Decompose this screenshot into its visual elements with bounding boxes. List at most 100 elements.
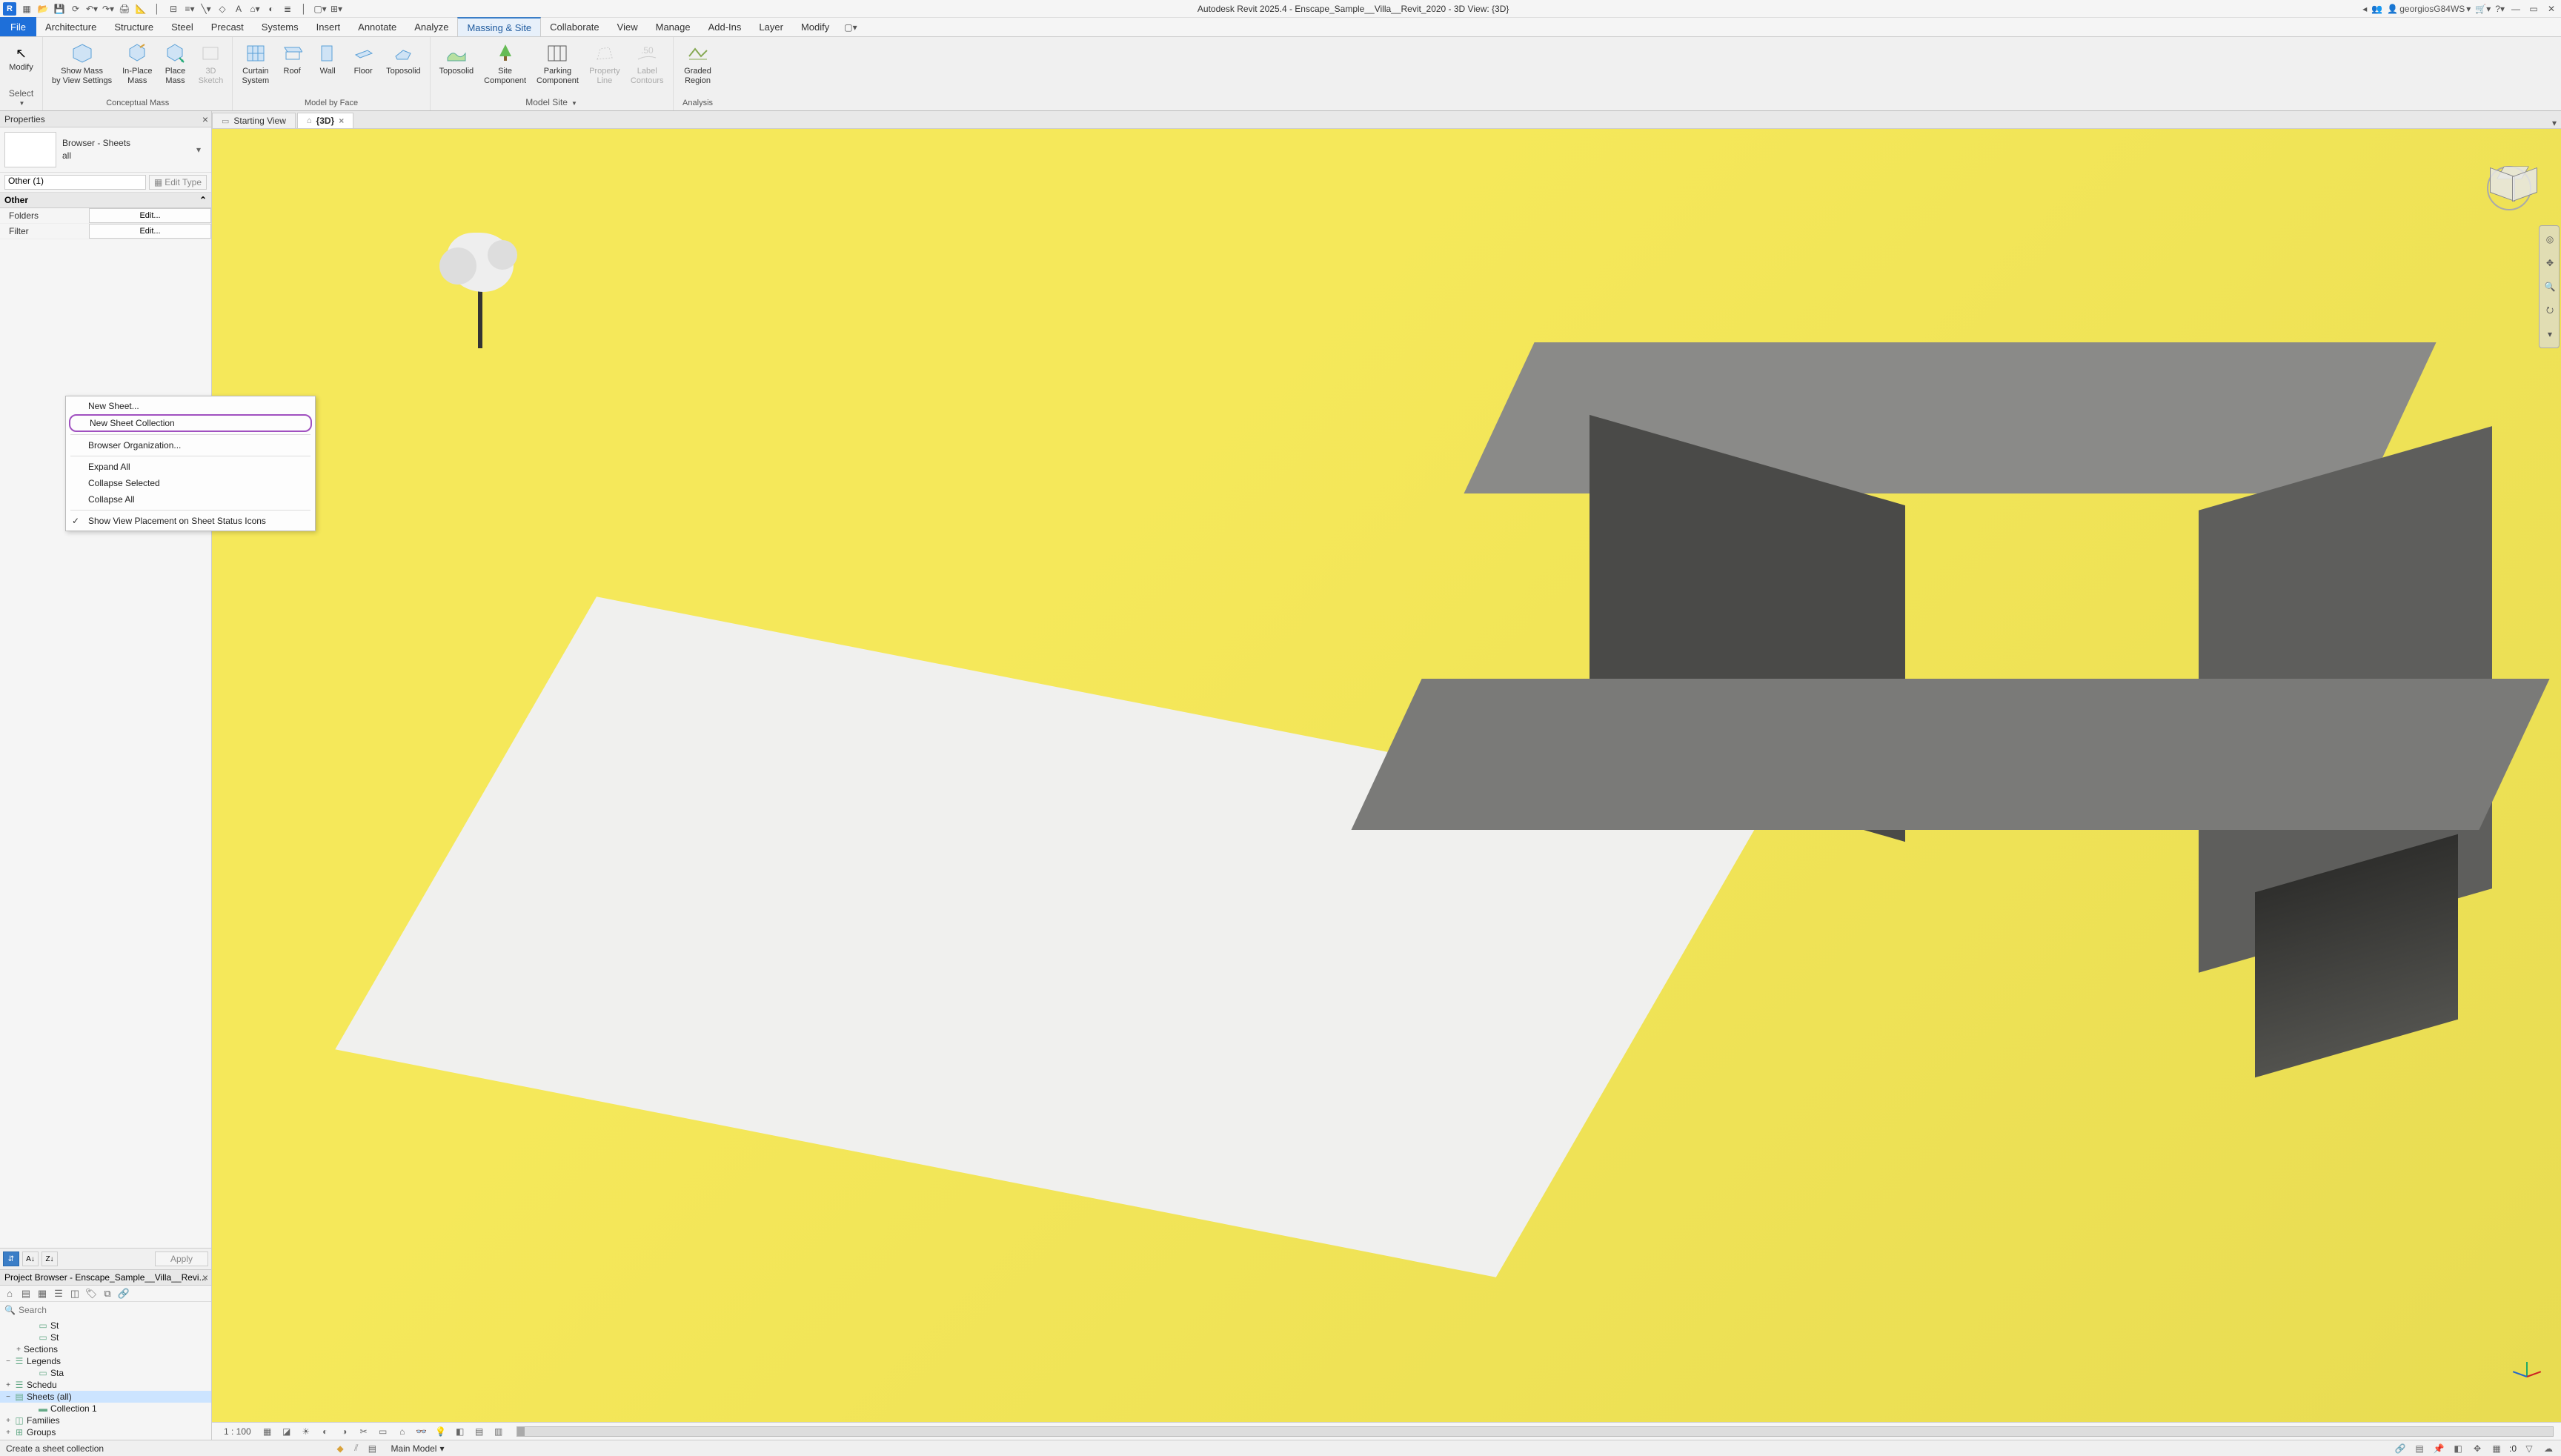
select-face-icon[interactable]: ◧ [2451,1443,2465,1454]
rendering-icon[interactable]: ◑ [337,1426,352,1437]
switch-windows-icon[interactable]: ⊞▾ [329,2,344,16]
qat-icon[interactable]: ▦ [19,2,34,16]
restore-icon[interactable]: ▭ [2527,3,2540,15]
views-icon[interactable]: ▤ [19,1287,33,1300]
tree-node-sections[interactable]: +Sections [0,1343,211,1355]
tab-systems[interactable]: Systems [253,17,308,36]
sort-desc-icon[interactable]: Z↓ [41,1251,58,1266]
tab-steel[interactable]: Steel [162,17,202,36]
temp-hide-icon[interactable]: 👓 [414,1426,429,1437]
horizontal-scrollbar[interactable] [516,1426,2554,1437]
tab-modify[interactable]: Modify [792,17,838,36]
select-underlay-icon[interactable]: ▤ [2413,1443,2426,1454]
tab-architecture[interactable]: Architecture [36,17,105,36]
dim-icon[interactable]: ╲▾ [199,2,213,16]
pan-icon[interactable]: ✥ [2541,254,2559,272]
align-icon[interactable]: ≡▾ [182,2,197,16]
select-links-icon[interactable]: 🔗 [2394,1443,2407,1454]
menu-collapse-all[interactable]: Collapse All [66,491,315,508]
minimize-icon[interactable]: — [2509,3,2522,15]
group-icon[interactable]: ⧉ [101,1287,114,1300]
background-icon[interactable]: ▦ [2490,1443,2503,1454]
help-icon[interactable]: ?▾ [2495,4,2505,14]
wall-button[interactable]: Wall [312,40,343,78]
tab-file[interactable]: File [0,17,36,36]
filter-icon[interactable]: ▽ [2522,1443,2536,1454]
tab-structure[interactable]: Structure [105,17,162,36]
apply-button[interactable]: Apply [155,1251,208,1266]
tab-overflow-icon[interactable]: ▾ [2548,118,2561,128]
drag-elements-icon[interactable]: ✥ [2471,1443,2484,1454]
tree-node-schedules[interactable]: +☰Schedu [0,1379,211,1391]
sort-asc-icon[interactable]: A↓ [22,1251,39,1266]
tree-node[interactable]: ▭St [0,1320,211,1332]
sheets-icon[interactable]: ▦ [36,1287,49,1300]
tab-layer[interactable]: Layer [750,17,792,36]
type-selector[interactable]: Browser - Sheets all ▾ [0,127,211,173]
menu-collapse-selected[interactable]: Collapse Selected [66,475,315,491]
worksharing-display-icon[interactable]: ◧ [453,1426,468,1437]
design-options-icon[interactable]: ▤ [365,1443,379,1454]
collapse-icon[interactable]: ⌃ [199,195,207,205]
toposolid-button[interactable]: Toposolid [436,40,476,78]
scale-value[interactable]: 1 : 100 [219,1426,256,1437]
graded-region-button[interactable]: Graded Region [680,40,717,87]
tab-manage[interactable]: Manage [647,17,700,36]
floor-button[interactable]: Floor [348,40,379,78]
tree-node[interactable]: ▭Sta [0,1367,211,1379]
parking-component-button[interactable]: Parking Component [534,40,582,87]
tree-node-families[interactable]: +◫Families [0,1415,211,1426]
text-icon[interactable]: A [231,2,246,16]
edit-button[interactable]: Edit... [89,208,211,223]
panel-label[interactable]: Model Site ▼ [436,96,667,107]
tag-icon[interactable]: ◇ [215,2,230,16]
analytical-icon[interactable]: ▤ [472,1426,487,1437]
tree-node-sheets[interactable]: −▤Sheets (all) [0,1391,211,1403]
measure-icon[interactable]: 📐 [133,2,148,16]
zoom-icon[interactable]: 🔍 [2541,278,2559,296]
link-icon[interactable]: 🔗 [117,1287,130,1300]
show-mass-button[interactable]: Show Mass by View Settings [49,40,115,87]
place-mass-button[interactable]: Place Mass [159,40,190,87]
close-icon[interactable]: × [202,113,208,125]
save-icon[interactable]: 💾 [52,2,67,16]
menu-new-sheet-collection[interactable]: New Sheet Collection [69,414,312,432]
select-panel-label[interactable]: Select ▼ [6,87,36,107]
section-icon[interactable]: ◐ [264,2,279,16]
menu-expand-all[interactable]: Expand All [66,459,315,475]
sun-path-icon[interactable]: ☀ [299,1426,313,1437]
thin-lines-icon[interactable]: ≣ [280,2,295,16]
inplace-mass-button[interactable]: In-Place Mass [119,40,155,87]
crop-region-icon[interactable]: ▭ [376,1426,391,1437]
tab-insert[interactable]: Insert [308,17,350,36]
home-icon[interactable]: ⌂▾ [248,2,262,16]
detail-level-icon[interactable]: ▦ [260,1426,275,1437]
close-inactive-icon[interactable]: ▢▾ [313,2,328,16]
orbit-icon[interactable]: ⭮ [2541,302,2559,319]
home-icon[interactable]: ⌂ [3,1287,16,1300]
edit-button[interactable]: Edit... [89,224,211,239]
crop-icon[interactable]: ✂ [356,1426,371,1437]
tab-analyze[interactable]: Analyze [405,17,457,36]
menu-show-view-placement[interactable]: ✓Show View Placement on Sheet Status Ico… [66,513,315,529]
tab-collaborate[interactable]: Collaborate [541,17,608,36]
modify-button[interactable]: ↖ Modify [3,40,40,74]
visual-style-icon[interactable]: ◪ [279,1426,294,1437]
tab-view[interactable]: View [608,17,647,36]
prop-category-other[interactable]: Other ⌃ [0,193,211,208]
project-browser-header[interactable]: Project Browser - Enscape_Sample__Villa_… [0,1269,211,1286]
toposolid-face-button[interactable]: Toposolid [383,40,423,78]
constraint-icon[interactable]: ⊟ [166,2,181,16]
tab-precast[interactable]: Precast [202,17,253,36]
redo-icon[interactable]: ↷▾ [101,2,116,16]
ribbon-expand-icon[interactable]: ▢▾ [838,19,863,36]
instance-filter[interactable]: Other (1) [4,175,146,190]
tree-node-groups[interactable]: +⊞Groups [0,1426,211,1438]
panel-icon[interactable]: ◫ [68,1287,82,1300]
close-icon[interactable]: ✕ [2545,3,2558,15]
view-tab-3d[interactable]: ⌂ {3D} × [297,113,353,128]
search-input[interactable] [19,1305,207,1315]
view-tab-starting[interactable]: ▭ Starting View [212,113,296,128]
open-icon[interactable]: 📂 [36,2,50,16]
chevron-down-icon[interactable]: ▾ [2541,325,2559,343]
